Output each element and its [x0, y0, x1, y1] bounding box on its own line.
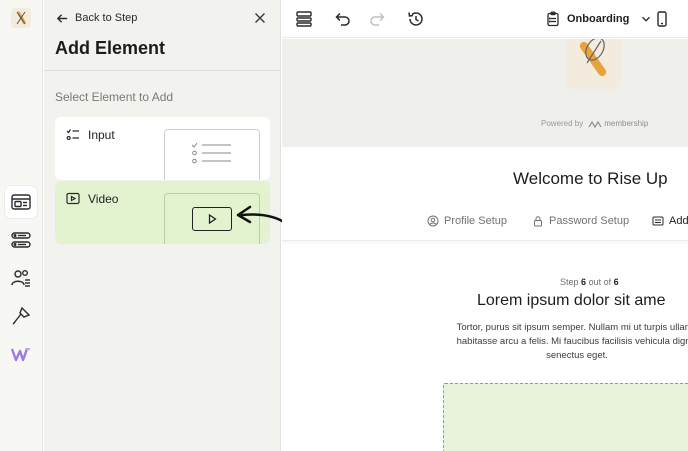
tab-profile-setup-label: Profile Setup [444, 215, 507, 227]
back-to-step-link[interactable]: Back to Step [56, 10, 137, 26]
top-toolbar: Onboarding [282, 0, 688, 38]
canvas-main: Welcome to Rise Up Profile Setup Passwor… [282, 147, 688, 451]
history-icon[interactable] [406, 9, 426, 29]
tab-add-label: Add [669, 215, 688, 227]
video-play-icon [66, 192, 80, 205]
tab-profile-setup[interactable]: Profile Setup [427, 215, 507, 227]
layers-icon[interactable] [294, 9, 314, 29]
play-button-icon [192, 207, 232, 231]
step-description: Tortor, purus sit ipsum semper. Nullam m… [432, 321, 688, 363]
step-prefix: Step [560, 277, 579, 287]
design-brush-icon[interactable] [5, 300, 37, 332]
step-mid: out of [588, 277, 612, 287]
step-heading: Lorem ipsum dolor sit ame [477, 292, 666, 309]
powered-by-footer: Powered by membership [541, 119, 648, 128]
user-circle-icon [427, 215, 439, 227]
tab-add[interactable]: Add [652, 215, 688, 227]
step-total: 6 [613, 277, 619, 287]
membership-brand-text: membership [604, 119, 649, 128]
element-video-text: Video [88, 192, 119, 206]
canvas-header-area: Powered by membership [282, 33, 688, 147]
membership-brand[interactable]: membership [588, 119, 648, 128]
close-icon [255, 13, 265, 23]
tab-password-setup[interactable]: Password Setup [532, 215, 629, 227]
welcome-heading: Welcome to Rise Up [513, 169, 668, 188]
checklist-icon [66, 129, 79, 141]
whisk-logo-icon[interactable] [11, 8, 31, 28]
element-card-input[interactable]: Input [55, 117, 270, 180]
step-current: 6 [581, 277, 587, 287]
steps-icon[interactable] [5, 186, 37, 218]
clipboard-icon [547, 11, 559, 27]
redo-icon[interactable] [367, 9, 387, 29]
element-card-video-label: Video [66, 192, 118, 206]
back-to-step-label: Back to Step [75, 12, 138, 24]
whisk-illustration-icon [565, 33, 621, 89]
step-tabs: Profile Setup Password Setup Add [282, 207, 688, 241]
close-panel-button[interactable] [252, 10, 268, 26]
description-line: Tortor, purus sit ipsum semper. Nullam m… [456, 322, 688, 333]
card-icon [652, 216, 664, 226]
fields-icon[interactable] [5, 224, 37, 256]
powered-by-text: Powered by [541, 119, 584, 128]
panel-title: Add Element [55, 38, 166, 58]
description-line: habitasse arcu a felis. Mi faucibus faci… [456, 336, 688, 347]
membership-logo-icon [588, 120, 602, 128]
video-drop-zone[interactable] [443, 383, 688, 451]
description-line: senectus eget. [546, 350, 608, 361]
webflow-icon[interactable] [5, 338, 37, 370]
left-rail [0, 0, 43, 451]
arrow-left-icon [56, 13, 68, 23]
lock-icon [534, 216, 542, 227]
step-indicator: Step 6 out of 6 [560, 277, 619, 287]
undo-icon[interactable] [333, 9, 353, 29]
panel-divider [44, 70, 281, 71]
mobile-preview-icon[interactable] [652, 9, 672, 29]
element-card-input-label: Input [66, 128, 115, 142]
input-preview-thumbnail [164, 129, 260, 180]
flow-selector-dropdown[interactable]: Onboarding [545, 9, 653, 29]
tab-password-setup-label: Password Setup [549, 215, 630, 227]
flow-name: Onboarding [567, 13, 630, 25]
element-input-text: Input [88, 128, 115, 142]
members-icon[interactable] [5, 262, 37, 294]
panel-subtitle: Select Element to Add [55, 90, 174, 104]
